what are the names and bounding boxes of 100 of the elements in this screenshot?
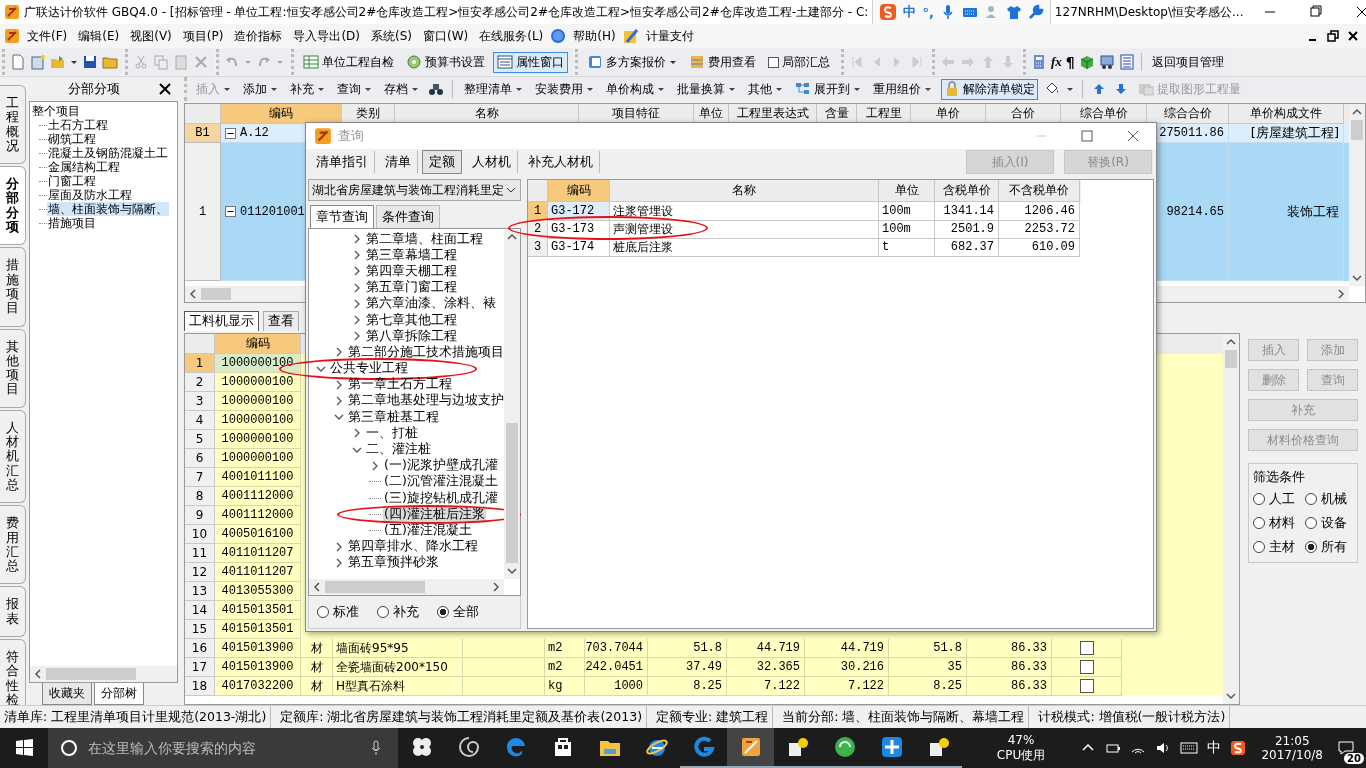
tree-item[interactable]: 金属结构工程 [47, 160, 121, 174]
column-header[interactable]: 单位 [879, 180, 935, 202]
clock-time[interactable]: 21:05 [1274, 734, 1310, 748]
clock-date[interactable]: 2017/10/8 [1261, 748, 1323, 762]
shirt-icon[interactable] [1005, 4, 1022, 20]
toolbar-button[interactable]: 其他 [745, 78, 786, 100]
collapse-icon[interactable] [225, 206, 236, 217]
view-tab[interactable]: 工料机显示 [184, 311, 259, 331]
self-check-button[interactable]: 单位工程自检 [299, 51, 398, 73]
toolbar-button[interactable]: 存档 [381, 78, 422, 100]
column-header[interactable]: 含税单价 [935, 180, 999, 202]
menu-item[interactable]: 导入导出(D) [289, 25, 364, 47]
toolbar-button[interactable]: 安装费用 [532, 78, 597, 100]
view-tab[interactable]: 查看 [263, 311, 299, 331]
checkbox[interactable] [1079, 641, 1094, 655]
menu-item[interactable]: 造价指标 [230, 25, 287, 47]
tree-item[interactable]: 砌筑工程 [47, 132, 97, 146]
table-row[interactable]: 2 G3-173 声测管埋设 100m 2501.9 2253.72 [528, 220, 1081, 238]
close-icon[interactable] [1346, 29, 1360, 43]
column-header[interactable]: 编码 [221, 104, 342, 124]
formula-icon[interactable]: fx [1051, 54, 1062, 70]
scrollbar-thumb[interactable] [506, 423, 518, 563]
radio-option[interactable]: 机械 [1305, 490, 1353, 508]
side-tab[interactable]: 人材机汇总 [0, 409, 26, 504]
menu-item[interactable]: 视图(V) [126, 25, 176, 47]
tree-item[interactable]: 第四章排水、降水工程 [347, 538, 479, 556]
menu-item[interactable]: 系统(S) [367, 25, 416, 47]
dialog-tab[interactable]: 人材机 [466, 151, 518, 173]
table-row[interactable]: 3 G3-174 桩底后注浆 t 682.37 610.09 [528, 238, 1081, 256]
tree-item[interactable]: 混凝土及钢筋混凝土工 [47, 146, 169, 160]
tree-item[interactable]: 门窗工程 [47, 174, 97, 188]
tree-item[interactable]: 第五章预拌砂浆 [347, 554, 440, 572]
toolbar-button[interactable]: 补充 [287, 78, 328, 100]
caret-icon[interactable] [1066, 85, 1074, 93]
radio-option[interactable]: 补充 [377, 603, 419, 621]
multi-quote-button[interactable]: 多方案报价 [583, 51, 681, 73]
menu-item[interactable]: 帮助(H) [569, 25, 620, 47]
tree-item[interactable]: 二、灌注桩 [365, 441, 432, 459]
library-dropdown[interactable]: 湖北省房屋建筑与装饰工程消耗里定 [308, 179, 521, 201]
keyboard-icon[interactable] [1180, 739, 1199, 757]
column-header[interactable]: 不含税单价 [999, 180, 1080, 202]
toolbar-button[interactable]: 展开到 [792, 78, 864, 100]
tree-item[interactable]: 土石方工程 [47, 118, 109, 132]
side-tab[interactable]: 符合性检 [0, 639, 26, 705]
partial-sum-checkbox[interactable]: 局部汇总 [764, 51, 834, 73]
side-tab[interactable]: 措施项目 [0, 247, 26, 327]
wrench-icon[interactable] [1027, 4, 1044, 20]
paragraph-icon[interactable]: ¶ [1065, 54, 1075, 70]
radio-option[interactable]: 主材 [1253, 538, 1301, 556]
side-tab[interactable]: 费用汇总 [0, 505, 26, 585]
tree-item[interactable]: 整个项目 [31, 104, 176, 118]
sogou-logo-icon[interactable] [1230, 740, 1247, 756]
panel-tab[interactable]: 分部树 [94, 683, 144, 705]
column-header[interactable]: 编码 [548, 180, 610, 202]
scrollbar-thumb[interactable] [325, 581, 425, 593]
property-window-button[interactable]: 属性窗口 [493, 51, 568, 73]
tree-item[interactable]: (四)灌注桩后注浆 [383, 505, 486, 523]
cube-icon[interactable] [1078, 54, 1095, 70]
scrollbar-thumb[interactable] [201, 288, 231, 300]
tree-item[interactable]: 第二部分施工技术措施项目 [347, 343, 505, 361]
dialog-tab[interactable]: 清单指引 [310, 151, 375, 173]
dialog-tab[interactable]: 定额 [422, 150, 462, 174]
collapse-icon[interactable] [225, 127, 236, 139]
tree-item[interactable]: 第五章门窗工程 [365, 279, 458, 297]
ime-mode[interactable]: 中 [903, 3, 917, 21]
scrollbar-thumb[interactable] [1351, 120, 1363, 140]
scrollbar-thumb[interactable] [1225, 350, 1237, 368]
tree-item[interactable]: 第三章幕墙工程 [365, 246, 458, 264]
tree-item[interactable]: 第二章墙、柱面工程 [365, 230, 484, 248]
tree-item[interactable]: 第四章天棚工程 [365, 262, 458, 280]
unlock-list-button[interactable]: 解除清单锁定 [941, 78, 1038, 100]
side-tab[interactable]: 报表 [0, 586, 26, 637]
side-tab[interactable]: 其他项目 [0, 328, 26, 408]
panel-tab[interactable]: 收藏夹 [42, 683, 92, 705]
binoculars-icon[interactable] [428, 81, 444, 97]
dialog-tab[interactable]: 清单 [379, 151, 418, 173]
tree-item[interactable]: 墙、柱面装饰与隔断、 [47, 202, 169, 216]
toolbar-button[interactable]: 单价构成 [603, 78, 668, 100]
search-box[interactable]: 在这里输入你要搜索的内容 [48, 728, 398, 768]
checkbox[interactable] [1079, 679, 1094, 693]
scrollbar-thumb[interactable] [46, 668, 136, 680]
tree-item[interactable]: 公共专业工程 [329, 360, 409, 378]
radio-option[interactable]: 全部 [437, 603, 479, 621]
save-icon[interactable] [82, 54, 98, 70]
tree-item[interactable]: 屋面及防水工程 [47, 188, 133, 202]
close-icon[interactable] [158, 82, 172, 96]
tree-item[interactable]: 第六章油漆、涂料、裱 [365, 295, 497, 313]
table-row[interactable]: 18 4017032200 材 H型真石涂料 kg 1000 8.25 7.122 7.122 8.25 86.33 [185, 677, 1223, 696]
table-row[interactable]: 17 4015013900 材 全瓷墙面砖200*150 m2 242.0451 37.49 32.365 30.216 35 86.33 [185, 658, 1223, 677]
menu-item[interactable]: 窗口(W) [419, 25, 473, 47]
menu-item[interactable]: 项目(P) [178, 25, 228, 47]
radio-option[interactable]: 设备 [1305, 514, 1353, 532]
toolbar-button[interactable]: 批量换算 [674, 78, 739, 100]
cost-view-button[interactable]: 费用查看 [685, 51, 760, 73]
toolbar-button[interactable]: 整理清单 [461, 78, 526, 100]
table-row[interactable]: 16 4015013900 材 墙面砖95*95 m2 703.7044 51.8 44.719 44.719 51.8 86.33 [185, 639, 1223, 658]
checkbox[interactable] [1079, 660, 1094, 674]
menu-item[interactable]: 编辑(E) [74, 25, 124, 47]
calculator-icon[interactable] [1031, 54, 1047, 70]
caret-icon[interactable] [70, 58, 78, 66]
